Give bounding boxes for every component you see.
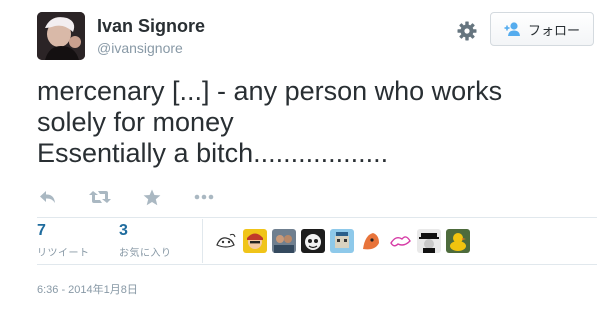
add-user-icon (504, 21, 522, 37)
user-name[interactable]: Ivan Signore (97, 16, 205, 37)
favoriter-avatar[interactable] (330, 229, 354, 253)
user-avatar[interactable] (37, 12, 85, 60)
gear-icon[interactable] (456, 20, 478, 42)
tweet-actions (37, 186, 245, 208)
favoriter-avatar[interactable] (359, 229, 383, 253)
favorite-count: 3 (119, 222, 128, 239)
favoriter-avatar[interactable] (301, 229, 325, 253)
reply-icon[interactable] (37, 188, 59, 206)
retweet-stat[interactable]: 7 リツイート (37, 222, 90, 259)
favoriter-avatar[interactable] (417, 229, 441, 253)
tweet-text: mercenary [...] - any person who works s… (37, 76, 597, 169)
more-dots-icon[interactable] (193, 188, 215, 206)
user-handle[interactable]: @ivansignore (97, 40, 183, 56)
divider (37, 217, 597, 218)
follow-button[interactable]: フォロー (490, 12, 594, 46)
favoriter-avatar[interactable] (243, 229, 267, 253)
divider (37, 264, 597, 265)
favoriter-avatar[interactable] (214, 229, 238, 253)
favoriter-avatar[interactable] (388, 229, 412, 253)
tweet-text-line: Essentially a bitch.................. (37, 138, 389, 168)
favorite-stat[interactable]: 3 お気に入り (119, 222, 172, 259)
favoriter-avatars (214, 229, 475, 253)
favorite-star-icon[interactable] (141, 188, 163, 206)
tweet-card: Ivan Signore @ivansignore フォロー mercenary… (0, 0, 614, 319)
retweet-icon[interactable] (89, 188, 111, 206)
tweet-text-line: solely for money (37, 107, 234, 137)
favorite-label: お気に入り (119, 248, 172, 259)
retweet-count: 7 (37, 222, 46, 239)
favoriter-avatar[interactable] (446, 229, 470, 253)
tweet-timestamp[interactable]: 6:36 - 2014年1月8日 (37, 281, 138, 297)
retweet-label: リツイート (37, 248, 90, 259)
stats-separator (202, 219, 203, 263)
follow-button-label: フォロー (527, 22, 580, 38)
tweet-text-line: mercenary [...] - any person who works (37, 76, 503, 106)
favoriter-avatar[interactable] (272, 229, 296, 253)
